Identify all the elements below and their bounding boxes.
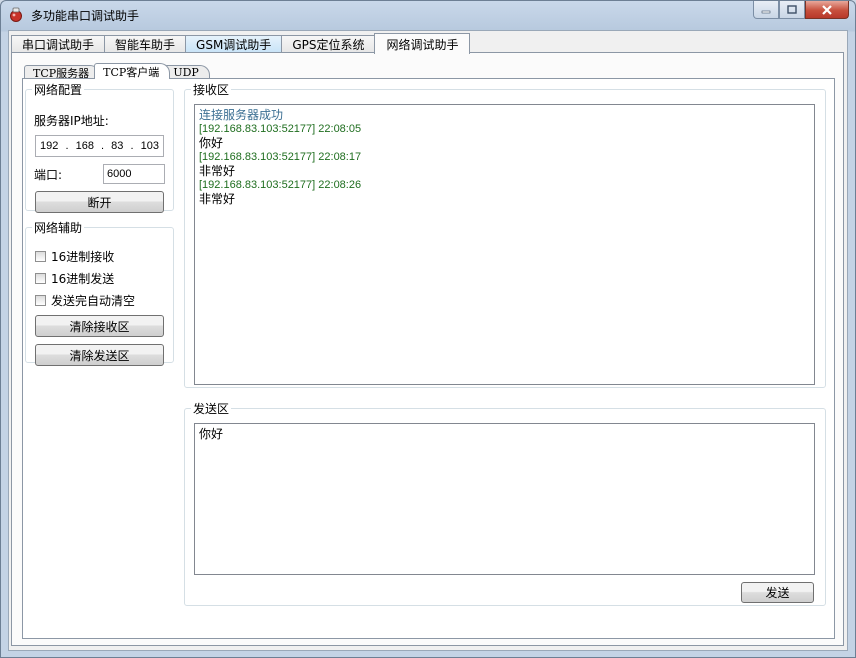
ip-octet: 103	[140, 140, 159, 152]
receive-textarea[interactable]: 连接服务器成功 [192.168.83.103:52177] 22:08:05 你好…	[194, 104, 815, 385]
group-title: 网络辅助	[34, 221, 83, 235]
checkbox-label: 16进制接收	[51, 250, 115, 264]
receive-line: [192.168.83.103:52177] 22:08:26	[199, 179, 362, 191]
network-aux-group: 网络辅助 16进制接收 16进制发送 发送完自动清空 清除接收区 清除发送区	[25, 219, 174, 366]
port-label: 端口:	[34, 168, 63, 182]
close-icon	[822, 4, 832, 15]
tab-label: 网络调试助手	[386, 37, 459, 52]
disconnect-button[interactable]: 断开	[35, 191, 164, 213]
tab-network-debug[interactable]: 网络调试助手	[374, 33, 471, 54]
network-config-group: 网络配置 服务器IP地址: 192. 168. 83. 103 端口: 断开	[25, 81, 174, 213]
checkbox-box	[35, 295, 46, 306]
tab-tcp-client[interactable]: TCP客户端	[94, 63, 171, 79]
receive-line: 非常好	[199, 164, 236, 178]
send-textarea[interactable]: 你好	[194, 423, 815, 575]
clear-receive-button[interactable]: 清除接收区	[35, 315, 164, 337]
caption-buttons	[753, 1, 849, 20]
client-area: 串口调试助手 智能车助手 GSM调试助手 GPS定位系统 网络调试助手 TCP服…	[8, 30, 848, 651]
server-ip-field[interactable]: 192. 168. 83. 103	[35, 135, 164, 157]
tab-label: GSM调试助手	[196, 38, 272, 52]
tab-tcp-server[interactable]: TCP服务器	[24, 65, 101, 80]
button-label: 断开	[87, 195, 112, 210]
tab-smart-car[interactable]: 智能车助手	[104, 35, 187, 53]
checkbox-label: 发送完自动清空	[51, 294, 136, 308]
ip-octet: 168	[75, 140, 94, 152]
app-window: 多功能串口调试助手 串口调试助手 智能车助手 GSM调试助手 GPS定位系统 网…	[0, 0, 856, 658]
server-ip-label: 服务器IP地址:	[34, 114, 109, 128]
title-bar[interactable]: 多功能串口调试助手	[1, 1, 855, 29]
group-title: 接收区	[193, 83, 230, 97]
receive-line: [192.168.83.103:52177] 22:08:05	[199, 123, 362, 135]
clear-send-button[interactable]: 清除发送区	[35, 344, 164, 366]
tab-udp[interactable]: UDP	[164, 65, 210, 79]
receive-line: 你好	[199, 136, 224, 150]
tcp-client-panel: 网络配置 服务器IP地址: 192. 168. 83. 103 端口: 断开 网…	[22, 78, 835, 639]
main-tab-strip: 串口调试助手 智能车助手 GSM调试助手 GPS定位系统 网络调试助手	[11, 33, 471, 54]
receive-line: 非常好	[199, 192, 236, 206]
maximize-icon	[787, 5, 797, 14]
minimize-button[interactable]	[753, 1, 779, 19]
checkbox-label: 16进制发送	[51, 272, 115, 286]
window-title: 多功能串口调试助手	[31, 9, 140, 23]
tab-gsm-debug[interactable]: GSM调试助手	[185, 35, 283, 53]
tab-label: GPS定位系统	[292, 38, 365, 52]
button-label: 清除发送区	[69, 348, 130, 363]
port-input[interactable]	[103, 164, 165, 184]
minimize-icon	[761, 10, 771, 13]
app-icon	[10, 7, 22, 22]
receive-line: [192.168.83.103:52177] 22:08:17	[199, 151, 362, 163]
button-label: 清除接收区	[69, 319, 130, 334]
tab-label: 串口调试助手	[22, 38, 95, 52]
hex-send-checkbox[interactable]: 16进制发送	[35, 270, 114, 287]
maximize-button[interactable]	[779, 1, 805, 19]
send-group: 发送区 你好 发送	[184, 400, 826, 606]
ip-octet: 192	[40, 140, 59, 152]
button-label: 发送	[765, 586, 790, 600]
group-title: 网络配置	[34, 83, 83, 97]
network-debug-panel: TCP服务器 TCP客户端 UDP 网络配置 服务器IP地址: 192. 168…	[11, 52, 844, 646]
ip-octet: 83	[111, 140, 124, 152]
receive-line: 连接服务器成功	[199, 108, 284, 122]
auto-clear-checkbox[interactable]: 发送完自动清空	[35, 292, 135, 309]
close-button[interactable]	[805, 1, 849, 19]
tab-serial-debug[interactable]: 串口调试助手	[11, 35, 106, 53]
sub-tab-strip: TCP服务器 TCP客户端 UDP	[24, 63, 210, 80]
hex-receive-checkbox[interactable]: 16进制接收	[35, 248, 114, 265]
group-title: 发送区	[193, 402, 230, 416]
tab-label: TCP客户端	[103, 65, 160, 79]
receive-group: 接收区 连接服务器成功 [192.168.83.103:52177] 22:08:…	[184, 81, 826, 388]
tab-gps-system[interactable]: GPS定位系统	[281, 35, 376, 53]
send-button[interactable]: 发送	[741, 582, 814, 603]
checkbox-box	[35, 273, 46, 284]
checkbox-box	[35, 251, 46, 262]
tab-label: 智能车助手	[115, 38, 176, 52]
send-text: 你好	[199, 427, 224, 441]
